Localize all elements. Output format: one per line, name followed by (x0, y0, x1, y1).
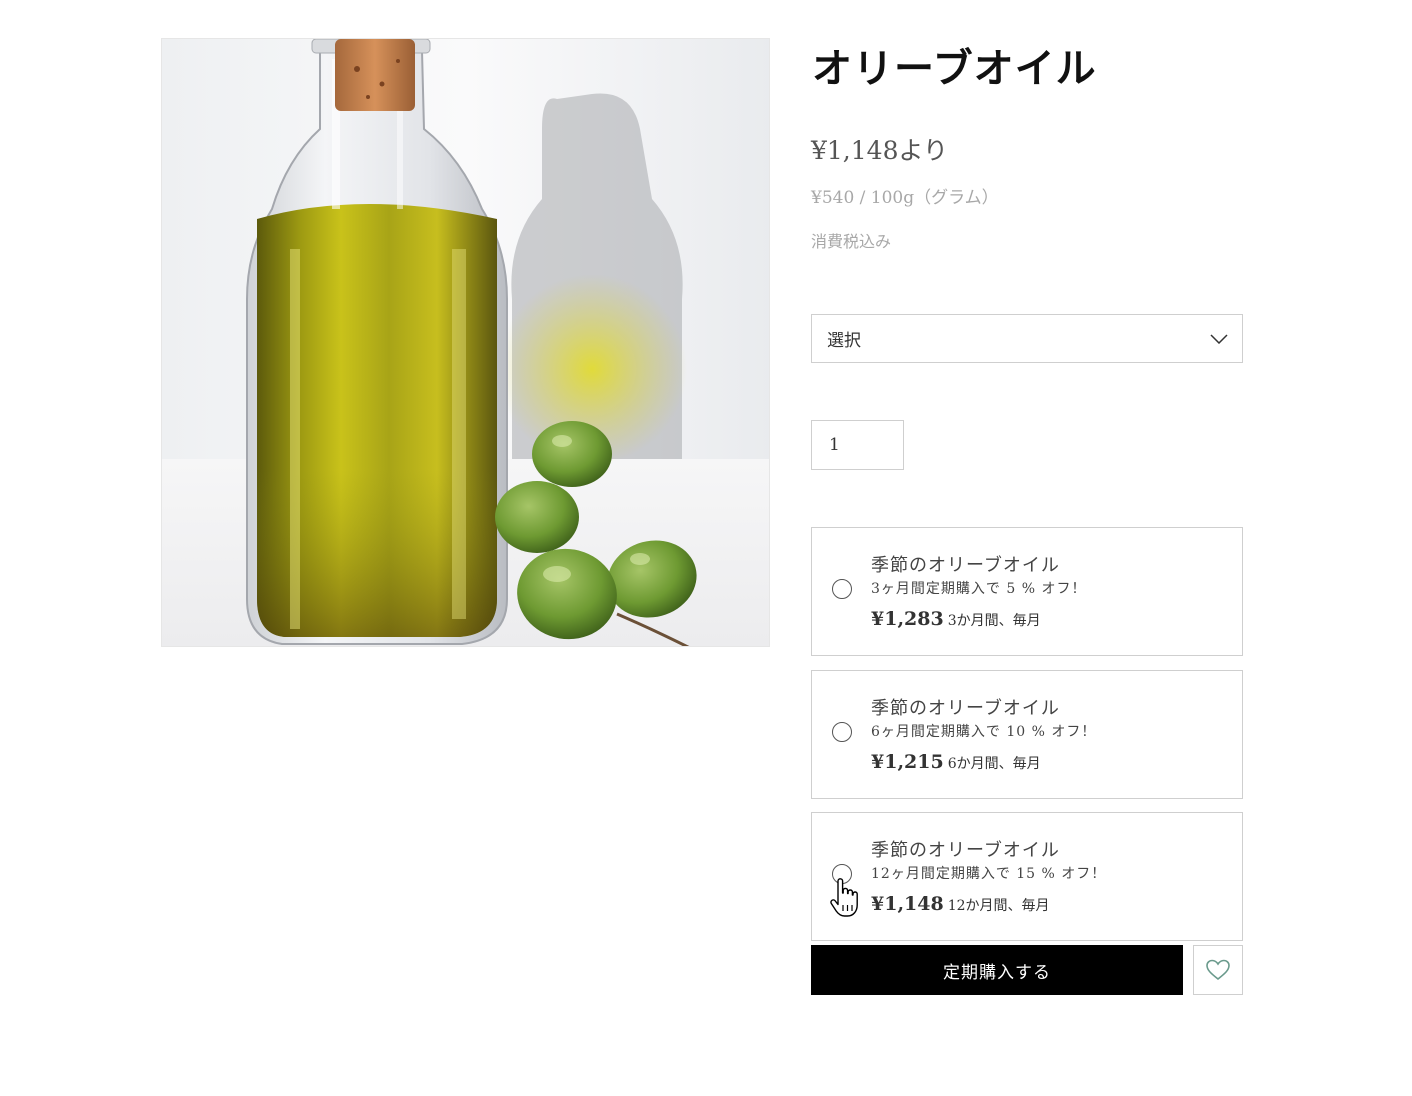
plan-amount: ¥1,215 (871, 751, 944, 773)
plan-amount: ¥1,148 (871, 893, 944, 915)
subscription-plan-3-months[interactable]: 季節のオリーブオイル 3ヶ月間定期購入で 5 % オフ！ ¥1,283 3か月間、… (811, 527, 1243, 656)
tax-note: 消費税込み (811, 232, 892, 251)
plan-name: 季節のオリーブオイル (871, 698, 1060, 719)
product-image (161, 38, 770, 647)
plan-amount: ¥1,283 (871, 608, 944, 630)
plan-description: 12ヶ月間定期購入で 15 % オフ！ (871, 866, 1107, 882)
plan-price: ¥1,283 3か月間、毎月 (871, 608, 1041, 630)
subscription-plan-12-months[interactable]: 季節のオリーブオイル 12ヶ月間定期購入で 15 % オフ！ ¥1,148 12か… (811, 812, 1243, 941)
option-select[interactable]: 選択 (811, 314, 1243, 363)
plan-radio[interactable] (832, 722, 852, 742)
wishlist-button[interactable] (1193, 945, 1243, 995)
plan-price: ¥1,148 12か月間、毎月 (871, 893, 1050, 915)
product-price: ¥1,148より (811, 136, 948, 165)
plan-name: 季節のオリーブオイル (871, 555, 1060, 576)
option-select-value: 選択 (827, 331, 861, 351)
plan-name: 季節のオリーブオイル (871, 840, 1060, 861)
plan-frequency: 6か月間、毎月 (947, 756, 1041, 772)
plan-frequency: 3か月間、毎月 (947, 613, 1041, 629)
plan-description: 6ヶ月間定期購入で 10 % オフ！ (871, 724, 1097, 740)
unit-price: ¥540 / 100g（グラム） (811, 188, 999, 208)
chevron-down-icon (1210, 333, 1228, 344)
subscribe-button[interactable]: 定期購入する (811, 945, 1183, 995)
plan-description: 3ヶ月間定期購入で 5 % オフ！ (871, 581, 1087, 597)
plan-radio[interactable] (832, 864, 852, 884)
quantity-input[interactable] (811, 420, 904, 470)
plan-price: ¥1,215 6か月間、毎月 (871, 751, 1041, 773)
plan-radio[interactable] (832, 579, 852, 599)
product-title: オリーブオイル (812, 45, 1097, 92)
heart-icon (1206, 959, 1230, 981)
plan-frequency: 12か月間、毎月 (947, 898, 1050, 914)
subscription-plan-6-months[interactable]: 季節のオリーブオイル 6ヶ月間定期購入で 10 % オフ！ ¥1,215 6か月間… (811, 670, 1243, 799)
